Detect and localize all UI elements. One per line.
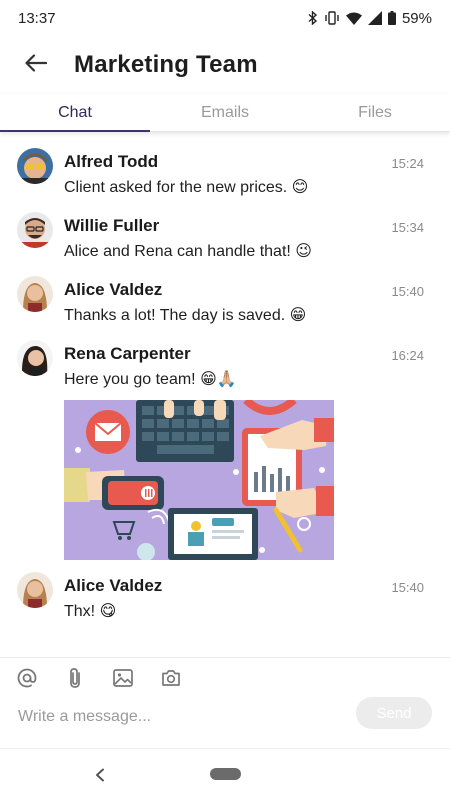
avatar[interactable] [17, 572, 53, 608]
avatar[interactable] [17, 212, 53, 248]
avatar[interactable] [17, 276, 53, 312]
message-body: Thanks a lot! The day is saved. [64, 307, 286, 324]
battery-percent: 59% [401, 9, 432, 27]
wifi-icon [345, 12, 362, 25]
message-body: Here you go team! [64, 371, 196, 388]
message-time: 15:24 [391, 156, 424, 171]
tab-emails[interactable]: Emails [150, 94, 300, 131]
message-emoji: 😋 [99, 601, 117, 620]
composer-toolbar [0, 657, 450, 697]
composer-row: Send [0, 697, 450, 737]
vibrate-icon [324, 11, 340, 25]
message-time: 15:40 [391, 284, 424, 299]
system-nav-bar [0, 748, 450, 800]
camera-icon[interactable] [158, 665, 184, 691]
shared-image[interactable] [64, 400, 334, 560]
message-text: Thx! 😋 [64, 601, 116, 621]
message-list[interactable]: Alfred Todd 15:24 Client asked for the n… [0, 140, 450, 655]
status-time: 13:37 [18, 9, 56, 27]
image-icon[interactable] [110, 665, 136, 691]
app-header: Marketing Team [0, 36, 450, 94]
status-icons: 59% [308, 10, 432, 27]
page-title: Marketing Team [74, 51, 258, 78]
tab-chat[interactable]: Chat [0, 94, 150, 132]
message-sender: Willie Fuller [64, 216, 160, 235]
message-text: Thanks a lot! The day is saved. 😁 [64, 305, 306, 325]
battery-icon [387, 11, 396, 25]
message-item: Alice Valdez 15:40 Thanks a lot! The day… [0, 268, 450, 332]
message-emoji: 😊 [291, 177, 309, 196]
attachment-icon[interactable] [62, 665, 88, 691]
message-input[interactable] [18, 705, 338, 729]
bluetooth-icon [308, 11, 318, 25]
message-sender: Rena Carpenter [64, 344, 191, 363]
message-body: Client asked for the new prices. [64, 179, 288, 196]
status-bar: 13:37 59% [0, 0, 450, 36]
message-item: Willie Fuller 15:34 Alice and Rena can h… [0, 204, 450, 268]
arrow-left-icon [25, 53, 48, 77]
message-sender: Alice Valdez [64, 576, 163, 595]
back-button[interactable] [18, 47, 54, 83]
message-emoji: 😁 [289, 305, 307, 324]
tab-files[interactable]: Files [300, 94, 450, 131]
message-sender: Alfred Todd [64, 152, 159, 171]
message-time: 16:24 [391, 348, 424, 363]
avatar[interactable] [17, 148, 53, 184]
message-body: Alice and Rena can handle that! [64, 243, 291, 260]
message-item: Alice Valdez 15:40 Thx! 😋 [0, 564, 450, 628]
message-item: Alfred Todd 15:24 Client asked for the n… [0, 140, 450, 204]
message-text: Alice and Rena can handle that! 😉 [64, 241, 312, 261]
at-icon[interactable] [14, 665, 40, 691]
nav-back-icon[interactable] [90, 763, 110, 787]
message-text: Client asked for the new prices. 😊 [64, 177, 308, 197]
message-emoji: 😉 [295, 241, 312, 260]
message-time: 15:34 [391, 220, 424, 235]
message-text: Here you go team! 😁🙏🏼 [64, 369, 237, 389]
avatar[interactable] [17, 340, 53, 376]
message-body: Thx! [64, 603, 96, 620]
message-time: 15:40 [391, 580, 424, 595]
send-button[interactable]: Send [356, 697, 432, 729]
message-sender: Alice Valdez [64, 280, 163, 299]
tab-bar: Chat Emails Files [0, 94, 450, 132]
signal-icon [367, 11, 382, 25]
message-emoji: 😁🙏🏼 [200, 369, 237, 388]
nav-home-pill[interactable] [210, 768, 241, 780]
